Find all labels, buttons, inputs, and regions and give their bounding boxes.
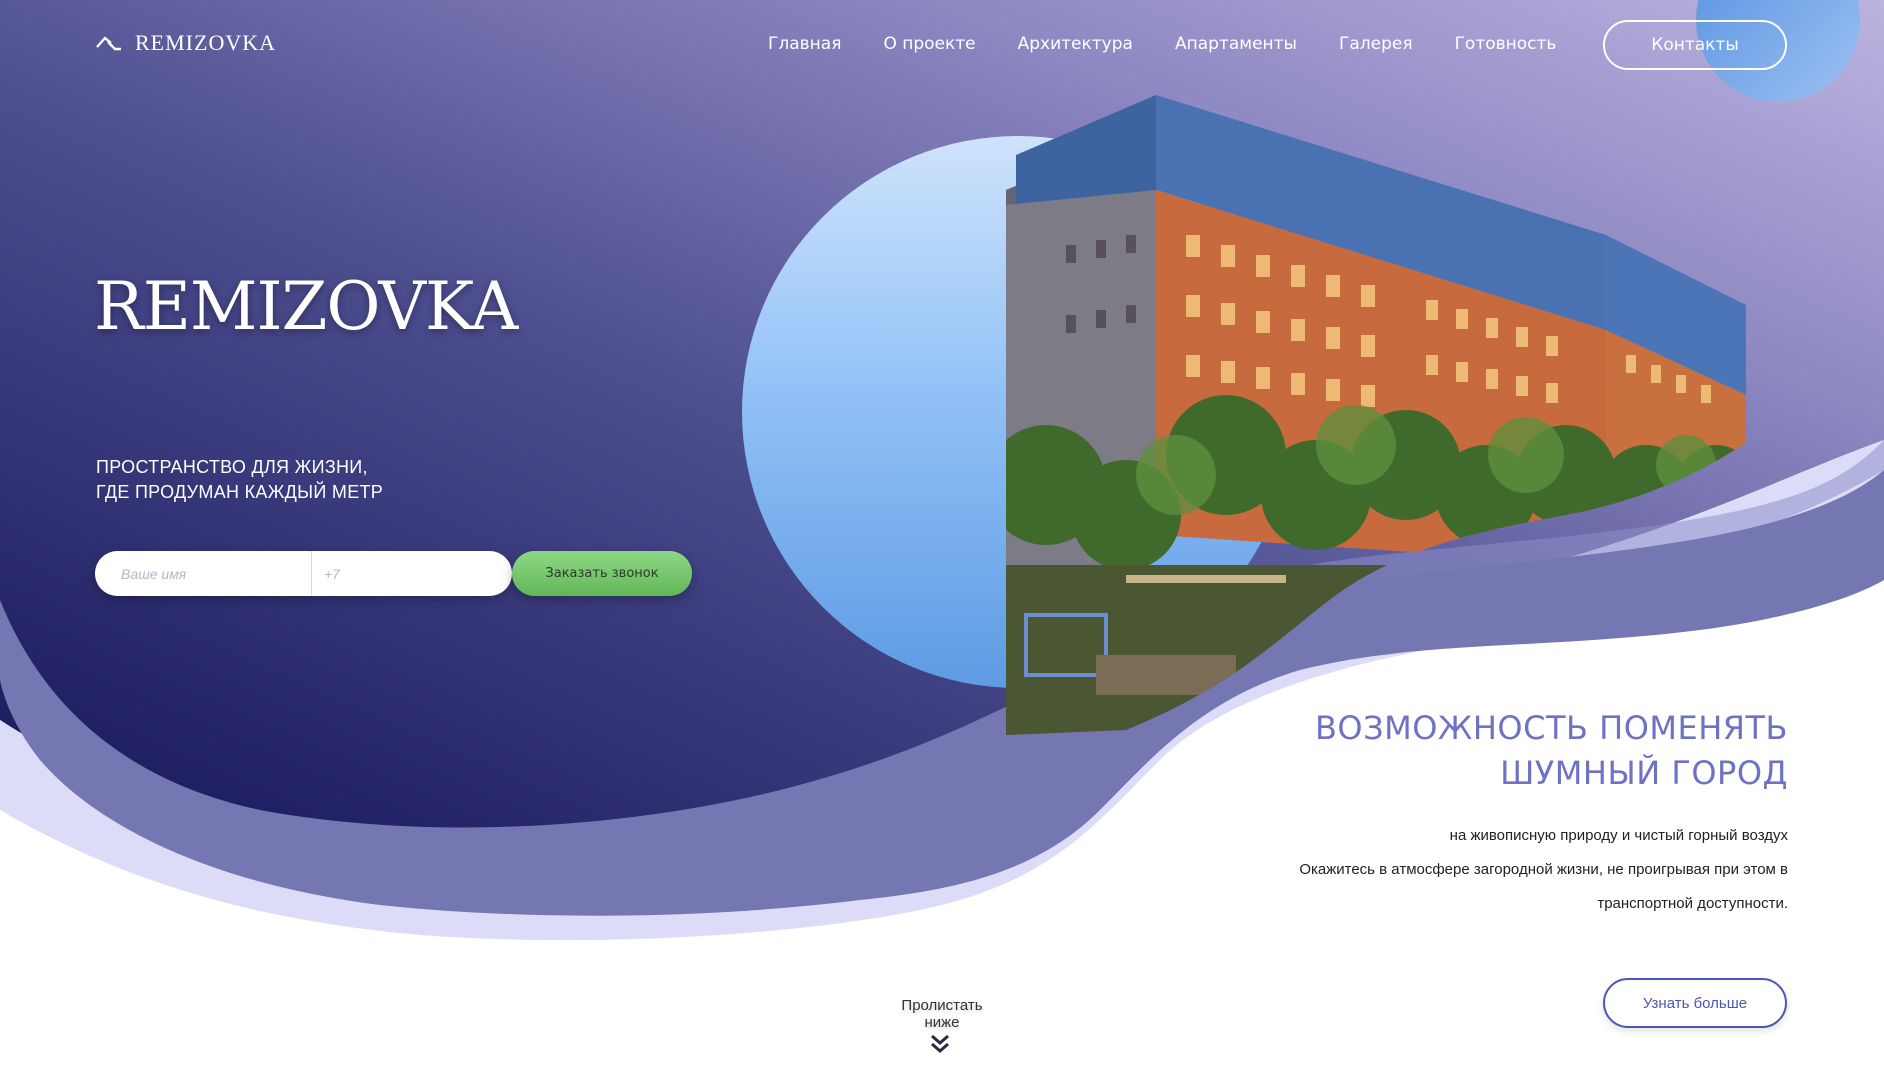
double-chevron-down-icon[interactable] [929,1033,951,1055]
learn-more-button[interactable]: Узнать больше [1603,978,1787,1028]
logo[interactable]: REMIZOVKA [95,30,276,56]
hero-title: REMIZOVKA [94,268,518,345]
feature-text-line: транспортной доступности. [1597,895,1788,912]
hero-subtitle-line: ГДЕ ПРОДУМАН КАЖДЫЙ МЕТР [96,482,384,502]
roof-logo-icon [96,36,121,51]
feature-title-line: ВОЗМОЖНОСТЬ ПОМЕНЯТЬ [1314,709,1788,747]
feature-text-line: Окажитесь в атмосфере загородной жизни, … [1299,861,1788,878]
nav-item-architecture[interactable]: Архитектура [1018,34,1133,54]
hero-subtitle-line: ПРОСТРАНСТВО ДЛЯ ЖИЗНИ, [96,457,368,477]
nav-item-apartments[interactable]: Апартаменты [1175,34,1297,54]
landing-page: REMIZOVKA Главная О проекте Архитектура … [0,0,1884,1078]
scroll-label: Пролистать ниже [901,997,983,1031]
contacts-button[interactable]: Контакты [1603,20,1787,70]
main-nav: Главная О проекте Архитектура Апартамент… [768,34,1556,54]
feature-title-line: ШУМНЫЙ ГОРОД [1500,754,1788,792]
request-call-button[interactable]: Заказать звонок [512,551,692,596]
phone-input[interactable] [312,551,500,596]
callback-form [95,551,512,596]
nav-item-about[interactable]: О проекте [883,34,975,54]
name-input[interactable] [95,551,312,596]
feature-text-line: на живописную природу и чистый горный во… [1449,827,1788,844]
feature-description: на живописную природу и чистый горный во… [1299,819,1788,921]
nav-item-gallery[interactable]: Галерея [1339,34,1413,54]
nav-item-readiness[interactable]: Готовность [1455,34,1557,54]
feature-title: ВОЗМОЖНОСТЬ ПОМЕНЯТЬ ШУМНЫЙ ГОРОД [1315,706,1788,796]
hero-subtitle: ПРОСТРАНСТВО ДЛЯ ЖИЗНИ, ГДЕ ПРОДУМАН КАЖ… [96,455,383,505]
building-photo [1006,95,1750,735]
logo-text: REMIZOVKA [135,30,276,55]
nav-item-home[interactable]: Главная [768,34,841,54]
